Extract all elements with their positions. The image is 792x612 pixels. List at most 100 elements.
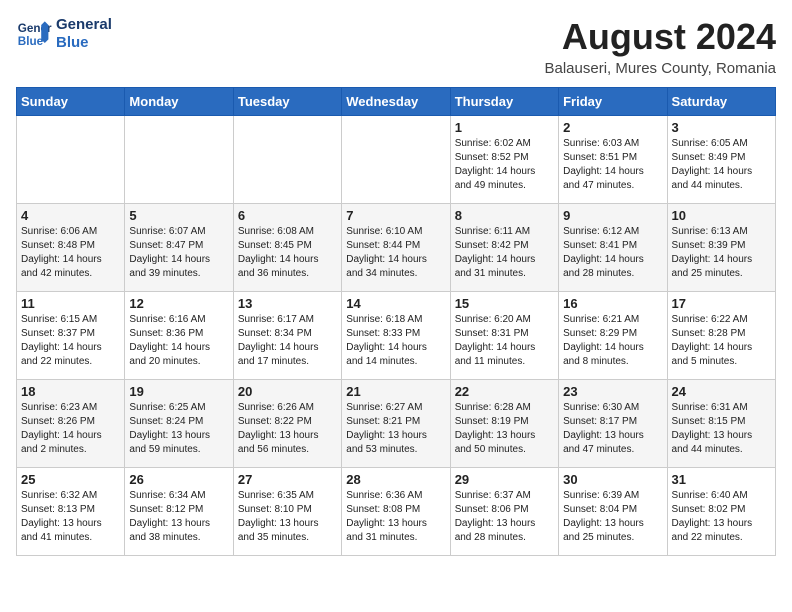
- day-info: Sunrise: 6:34 AM Sunset: 8:12 PM Dayligh…: [129, 489, 228, 545]
- day-number: 12: [129, 296, 228, 311]
- calendar-cell: 6Sunrise: 6:08 AM Sunset: 8:45 PM Daylig…: [233, 204, 341, 292]
- logo: General Blue General Blue: [16, 16, 112, 52]
- day-number: 24: [672, 384, 771, 399]
- day-number: 10: [672, 208, 771, 223]
- calendar-week-row: 11Sunrise: 6:15 AM Sunset: 8:37 PM Dayli…: [17, 292, 776, 380]
- calendar-cell: 5 Sunrise: 6:07 AM Sunset: 8:47 PM Daylig…: [125, 204, 233, 292]
- day-info: Sunrise: 6:27 AM Sunset: 8:21 PM Dayligh…: [346, 401, 445, 457]
- calendar-cell: 15 Sunrise: 6:20 AM Sunset: 8:31 PM Dayli…: [450, 292, 558, 380]
- weekday-header-monday: Monday: [125, 88, 233, 116]
- day-number: 4: [21, 208, 120, 223]
- calendar-week-row: 4 Sunrise: 6:06 AM Sunset: 8:48 PM Daylig…: [17, 204, 776, 292]
- day-number: 16: [563, 296, 662, 311]
- calendar-cell: 27Sunrise: 6:35 AM Sunset: 8:10 PM Dayli…: [233, 468, 341, 556]
- day-info: Sunrise: 6:16 AM Sunset: 8:36 PM Dayligh…: [129, 313, 228, 369]
- day-number: 23: [563, 384, 662, 399]
- calendar-cell: [17, 116, 125, 204]
- calendar-week-row: 18 Sunrise: 6:23 AM Sunset: 8:26 PM Dayli…: [17, 380, 776, 468]
- calendar-cell: 28Sunrise: 6:36 AM Sunset: 8:08 PM Dayli…: [342, 468, 450, 556]
- day-number: 11: [21, 296, 120, 311]
- calendar-cell: [125, 116, 233, 204]
- calendar-cell: 17 Sunrise: 6:22 AM Sunset: 8:28 PM Dayli…: [667, 292, 775, 380]
- day-info: Sunrise: 6:20 AM Sunset: 8:31 PM Dayligh…: [455, 313, 554, 369]
- calendar-cell: 21 Sunrise: 6:27 AM Sunset: 8:21 PM Dayli…: [342, 380, 450, 468]
- location-subtitle: Balauseri, Mures County, Romania: [545, 60, 777, 77]
- day-number: 28: [346, 472, 445, 487]
- day-info: Sunrise: 6:31 AM Sunset: 8:15 PM Dayligh…: [672, 401, 771, 457]
- calendar-week-row: 25Sunrise: 6:32 AM Sunset: 8:13 PM Dayli…: [17, 468, 776, 556]
- calendar-week-row: 1Sunrise: 6:02 AM Sunset: 8:52 PM Daylig…: [17, 116, 776, 204]
- calendar-cell: 13 Sunrise: 6:17 AM Sunset: 8:34 PM Dayli…: [233, 292, 341, 380]
- month-year-title: August 2024: [545, 16, 777, 58]
- calendar-cell: [233, 116, 341, 204]
- day-info: Sunrise: 6:06 AM Sunset: 8:48 PM Dayligh…: [21, 225, 120, 281]
- svg-text:Blue: Blue: [18, 35, 44, 48]
- day-info: Sunrise: 6:30 AM Sunset: 8:17 PM Dayligh…: [563, 401, 662, 457]
- day-number: 22: [455, 384, 554, 399]
- day-info: Sunrise: 6:10 AM Sunset: 8:44 PM Dayligh…: [346, 225, 445, 281]
- day-number: 17: [672, 296, 771, 311]
- day-info: Sunrise: 6:12 AM Sunset: 8:41 PM Dayligh…: [563, 225, 662, 281]
- calendar-cell: 10 Sunrise: 6:13 AM Sunset: 8:39 PM Dayli…: [667, 204, 775, 292]
- day-info: Sunrise: 6:39 AM Sunset: 8:04 PM Dayligh…: [563, 489, 662, 545]
- day-info: Sunrise: 6:22 AM Sunset: 8:28 PM Dayligh…: [672, 313, 771, 369]
- day-info: Sunrise: 6:17 AM Sunset: 8:34 PM Dayligh…: [238, 313, 337, 369]
- calendar-cell: 22 Sunrise: 6:28 AM Sunset: 8:19 PM Dayli…: [450, 380, 558, 468]
- day-number: 19: [129, 384, 228, 399]
- day-number: 9: [563, 208, 662, 223]
- day-info: Sunrise: 6:11 AM Sunset: 8:42 PM Dayligh…: [455, 225, 554, 281]
- calendar-cell: 18 Sunrise: 6:23 AM Sunset: 8:26 PM Dayli…: [17, 380, 125, 468]
- day-number: 21: [346, 384, 445, 399]
- day-number: 3: [672, 120, 771, 135]
- weekday-header-thursday: Thursday: [450, 88, 558, 116]
- calendar-cell: 7Sunrise: 6:10 AM Sunset: 8:44 PM Daylig…: [342, 204, 450, 292]
- day-info: Sunrise: 6:28 AM Sunset: 8:19 PM Dayligh…: [455, 401, 554, 457]
- calendar-cell: 31 Sunrise: 6:40 AM Sunset: 8:02 PM Dayli…: [667, 468, 775, 556]
- day-info: Sunrise: 6:37 AM Sunset: 8:06 PM Dayligh…: [455, 489, 554, 545]
- day-number: 29: [455, 472, 554, 487]
- day-info: Sunrise: 6:07 AM Sunset: 8:47 PM Dayligh…: [129, 225, 228, 281]
- calendar-cell: 16Sunrise: 6:21 AM Sunset: 8:29 PM Dayli…: [559, 292, 667, 380]
- title-block: August 2024 Balauseri, Mures County, Rom…: [545, 16, 777, 77]
- day-number: 5: [129, 208, 228, 223]
- calendar-cell: 3 Sunrise: 6:05 AM Sunset: 8:49 PM Daylig…: [667, 116, 775, 204]
- weekday-header-friday: Friday: [559, 88, 667, 116]
- day-info: Sunrise: 6:05 AM Sunset: 8:49 PM Dayligh…: [672, 137, 771, 193]
- day-info: Sunrise: 6:13 AM Sunset: 8:39 PM Dayligh…: [672, 225, 771, 281]
- calendar-cell: 12 Sunrise: 6:16 AM Sunset: 8:36 PM Dayli…: [125, 292, 233, 380]
- calendar-cell: 20 Sunrise: 6:26 AM Sunset: 8:22 PM Dayli…: [233, 380, 341, 468]
- calendar-cell: 14 Sunrise: 6:18 AM Sunset: 8:33 PM Dayli…: [342, 292, 450, 380]
- day-info: Sunrise: 6:26 AM Sunset: 8:22 PM Dayligh…: [238, 401, 337, 457]
- calendar-table: SundayMondayTuesdayWednesdayThursdayFrid…: [16, 87, 776, 556]
- calendar-cell: 1Sunrise: 6:02 AM Sunset: 8:52 PM Daylig…: [450, 116, 558, 204]
- calendar-cell: 4 Sunrise: 6:06 AM Sunset: 8:48 PM Daylig…: [17, 204, 125, 292]
- day-number: 27: [238, 472, 337, 487]
- day-info: Sunrise: 6:03 AM Sunset: 8:51 PM Dayligh…: [563, 137, 662, 193]
- day-info: Sunrise: 6:23 AM Sunset: 8:26 PM Dayligh…: [21, 401, 120, 457]
- day-info: Sunrise: 6:25 AM Sunset: 8:24 PM Dayligh…: [129, 401, 228, 457]
- calendar-cell: 29 Sunrise: 6:37 AM Sunset: 8:06 PM Dayli…: [450, 468, 558, 556]
- day-number: 31: [672, 472, 771, 487]
- calendar-cell: [342, 116, 450, 204]
- calendar-cell: 30Sunrise: 6:39 AM Sunset: 8:04 PM Dayli…: [559, 468, 667, 556]
- day-number: 20: [238, 384, 337, 399]
- weekday-header-row: SundayMondayTuesdayWednesdayThursdayFrid…: [17, 88, 776, 116]
- day-number: 2: [563, 120, 662, 135]
- calendar-cell: 9 Sunrise: 6:12 AM Sunset: 8:41 PM Daylig…: [559, 204, 667, 292]
- weekday-header-sunday: Sunday: [17, 88, 125, 116]
- day-number: 18: [21, 384, 120, 399]
- day-number: 26: [129, 472, 228, 487]
- weekday-header-wednesday: Wednesday: [342, 88, 450, 116]
- day-info: Sunrise: 6:32 AM Sunset: 8:13 PM Dayligh…: [21, 489, 120, 545]
- day-info: Sunrise: 6:40 AM Sunset: 8:02 PM Dayligh…: [672, 489, 771, 545]
- day-number: 13: [238, 296, 337, 311]
- weekday-header-tuesday: Tuesday: [233, 88, 341, 116]
- calendar-cell: 26 Sunrise: 6:34 AM Sunset: 8:12 PM Dayli…: [125, 468, 233, 556]
- day-number: 14: [346, 296, 445, 311]
- day-number: 15: [455, 296, 554, 311]
- calendar-cell: 24 Sunrise: 6:31 AM Sunset: 8:15 PM Dayli…: [667, 380, 775, 468]
- day-info: Sunrise: 6:18 AM Sunset: 8:33 PM Dayligh…: [346, 313, 445, 369]
- weekday-header-saturday: Saturday: [667, 88, 775, 116]
- logo-text: General Blue: [56, 16, 112, 52]
- calendar-cell: 25Sunrise: 6:32 AM Sunset: 8:13 PM Dayli…: [17, 468, 125, 556]
